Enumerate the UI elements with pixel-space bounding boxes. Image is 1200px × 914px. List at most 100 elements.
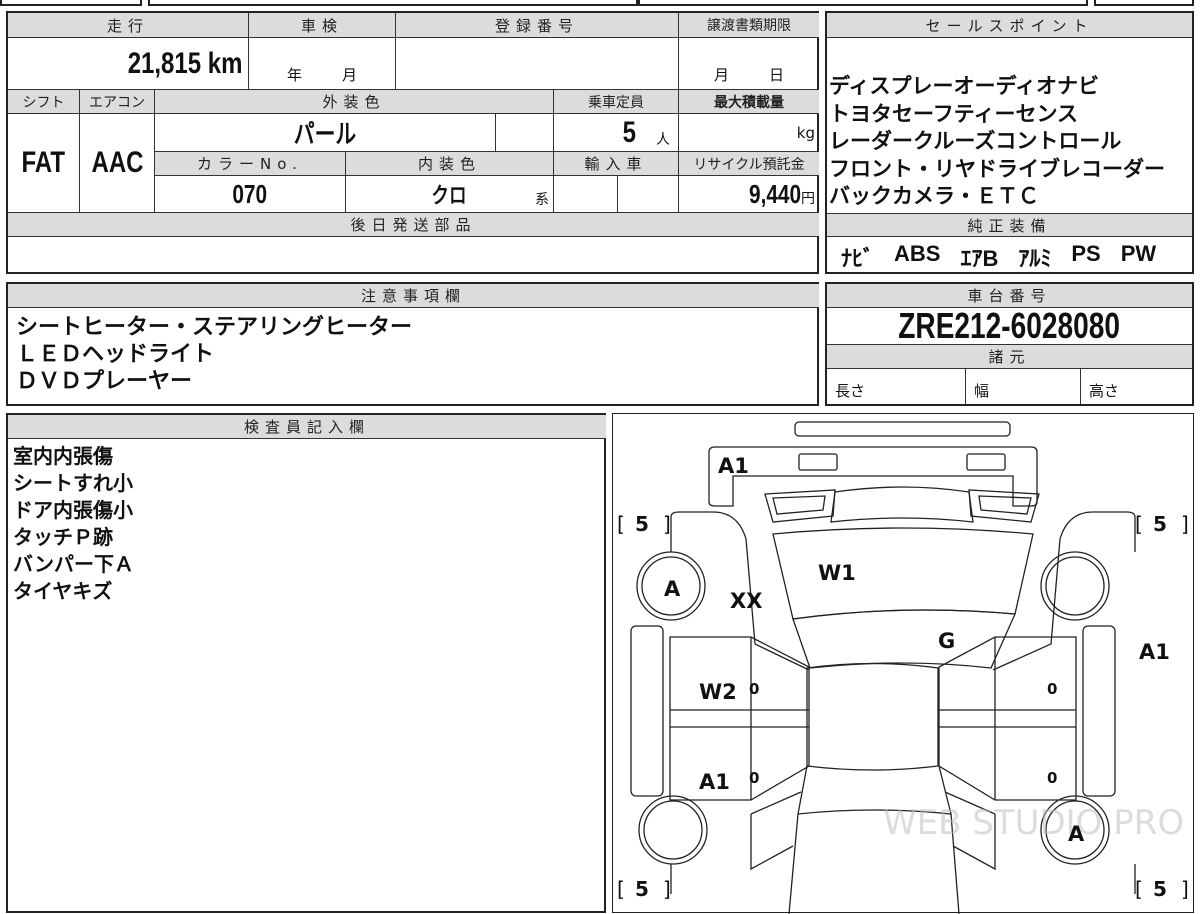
max-load-label: 最大積載量 bbox=[679, 90, 819, 114]
exterior-color-label: 外装色 bbox=[155, 90, 554, 114]
day-unit: 日 bbox=[769, 66, 785, 84]
mark-front-left-fender: XX bbox=[730, 589, 762, 613]
exterior-color-value: パール bbox=[293, 119, 357, 149]
month-unit: 月 bbox=[713, 66, 729, 84]
max-load-unit: kg bbox=[796, 123, 815, 142]
import-cell bbox=[618, 176, 679, 213]
interior-color-value: クロ bbox=[431, 183, 468, 208]
mark-door-zero: 0 bbox=[1047, 769, 1057, 787]
mileage-value: 21,815 km bbox=[127, 46, 242, 80]
width-label: 幅 bbox=[974, 382, 990, 400]
wheel-front-right-outer bbox=[1040, 551, 1110, 621]
rocker-left bbox=[630, 625, 664, 797]
notes-text: シートヒーター・ステアリングヒーター ＬＥＤヘッドライト ＤＶＤプレーヤー bbox=[16, 315, 413, 394]
mark-door-zero: 0 bbox=[749, 680, 759, 698]
specs-label: 諸元 bbox=[827, 345, 1192, 369]
height-cell: 高さ bbox=[1081, 369, 1192, 404]
aircon-cell: AAC bbox=[80, 114, 155, 213]
interior-color-cell: クロ 系 bbox=[346, 176, 554, 213]
tread-front-left: 5 bbox=[635, 512, 649, 536]
interior-color-label: 内装色 bbox=[346, 152, 554, 176]
headlight-right bbox=[968, 489, 1040, 523]
capacity-cell: 5人 bbox=[554, 114, 679, 152]
inspector-label: 検査員記入欄 bbox=[8, 415, 606, 439]
front-bumper-top bbox=[794, 421, 1011, 437]
exterior-color-cell: パール bbox=[155, 114, 496, 152]
tread-rear-left: 5 bbox=[635, 877, 649, 901]
mileage-label: 走行 bbox=[8, 13, 249, 38]
front-right-fender bbox=[992, 511, 1136, 671]
equipment-list: ﾅﾋﾞ ABS ｴｱB ｱﾙﾐ PS PW bbox=[841, 241, 1156, 273]
chassis-label: 車台番号 bbox=[827, 284, 1192, 308]
transfer-deadline-label: 譲渡書類期限 bbox=[679, 13, 819, 38]
cowl bbox=[792, 609, 1016, 669]
grille bbox=[830, 486, 974, 523]
height-label: 高さ bbox=[1089, 382, 1120, 400]
hood-windshield bbox=[772, 527, 1034, 620]
headlight-left bbox=[764, 489, 836, 523]
bracket: [ bbox=[1135, 877, 1143, 901]
rear-fender-lines bbox=[670, 864, 1136, 894]
equipment-item: ｱﾙﾐ bbox=[1018, 246, 1052, 271]
recycle-cell: 9,440 円 bbox=[679, 176, 819, 213]
top-strip-cell bbox=[0, 0, 142, 6]
bracket: [ bbox=[1135, 512, 1143, 536]
width-cell: 幅 bbox=[966, 369, 1081, 404]
bracket: ] bbox=[663, 512, 671, 536]
front-bumper bbox=[708, 446, 1038, 507]
bracket: ] bbox=[663, 877, 671, 901]
top-strip-cell bbox=[638, 0, 1088, 6]
max-load-cell: kg bbox=[679, 114, 819, 152]
mark-left-rear-door: A1 bbox=[699, 770, 730, 794]
tread-front-right: 5 bbox=[1153, 512, 1167, 536]
shift-cell: FAT bbox=[8, 114, 80, 213]
notes-panel: 注意事項欄 シートヒーター・ステアリングヒーター ＬＥＤヘッドライト ＤＶＤプレ… bbox=[6, 282, 819, 406]
interior-color-suffix: 系 bbox=[535, 192, 549, 208]
doors-left bbox=[669, 636, 810, 801]
car-damage-diagram: WEB STUDIO PRO A1 W1 XX G A1 W2 A1 A A 0… bbox=[612, 413, 1194, 914]
registration-label: 登録番号 bbox=[396, 13, 679, 38]
aircon-label: エアコン bbox=[80, 90, 155, 114]
mark-door-zero: 0 bbox=[749, 769, 759, 787]
mark-door-zero: 0 bbox=[1047, 680, 1057, 698]
inspector-text: 室内内張傷 シートすれ小 ドア内張傷小 タッチＰ跡 バンパー下Ａ タイヤキズ bbox=[13, 444, 134, 603]
color-no-label: カラーNo. bbox=[155, 152, 346, 176]
inspector-panel: 検査員記入欄 室内内張傷 シートすれ小 ドア内張傷小 タッチＰ跡 バンパー下Ａ … bbox=[6, 413, 606, 913]
mark-right-side: A1 bbox=[1139, 640, 1170, 664]
equipment-item: ｴｱB bbox=[960, 246, 999, 271]
top-strip-cell bbox=[1094, 0, 1194, 6]
import-label: 輸入車 bbox=[554, 152, 679, 176]
equipment-item: ﾅﾋﾞ bbox=[841, 246, 875, 271]
equipment-item: PS bbox=[1071, 241, 1101, 266]
later-parts-cell bbox=[8, 237, 819, 272]
sales-points-text: ディスプレーオーディオナビ トヨタセーフティーセンス レーダークルーズコントロー… bbox=[829, 74, 1165, 208]
wheel-rear-left-outer bbox=[638, 795, 708, 865]
fog-lamp-left bbox=[798, 453, 838, 471]
shift-value: FAT bbox=[21, 146, 66, 179]
mark-windshield: W1 bbox=[818, 561, 856, 585]
recycle-unit: 円 bbox=[801, 191, 815, 207]
mark-rear-right-wheel: A bbox=[1068, 822, 1085, 846]
shift-label: シフト bbox=[8, 90, 80, 114]
tread-rear-right: 5 bbox=[1153, 877, 1167, 901]
registration-cell bbox=[396, 38, 679, 90]
notes-label: 注意事項欄 bbox=[8, 284, 819, 308]
capacity-unit: 人 bbox=[656, 131, 670, 148]
mark-front-bumper: A1 bbox=[718, 454, 749, 478]
chassis-number-cell: ZRE212-6028080 bbox=[827, 308, 1192, 345]
fog-lamp-right bbox=[966, 453, 1006, 471]
wheel-front-right-inner bbox=[1045, 556, 1105, 616]
length-cell: 長さ bbox=[827, 369, 966, 404]
mark-hood-rear: G bbox=[938, 629, 955, 653]
inspection-label: 車検 bbox=[249, 13, 396, 38]
bracket: ] bbox=[1181, 512, 1189, 536]
sales-points-label: セールスポイント bbox=[827, 13, 1192, 38]
later-parts-label: 後日発送部品 bbox=[8, 213, 819, 237]
exterior-color-extra-cell bbox=[496, 114, 554, 152]
color-no-cell: 070 bbox=[155, 176, 346, 213]
equipment-label: 純正装備 bbox=[827, 213, 1192, 237]
year-unit: 年 bbox=[286, 66, 302, 84]
import-cell bbox=[554, 176, 618, 213]
sales-points-panel: セールスポイント ディスプレーオーディオナビ トヨタセーフティーセンス レーダー… bbox=[825, 11, 1194, 274]
bracket: ] bbox=[1181, 877, 1189, 901]
